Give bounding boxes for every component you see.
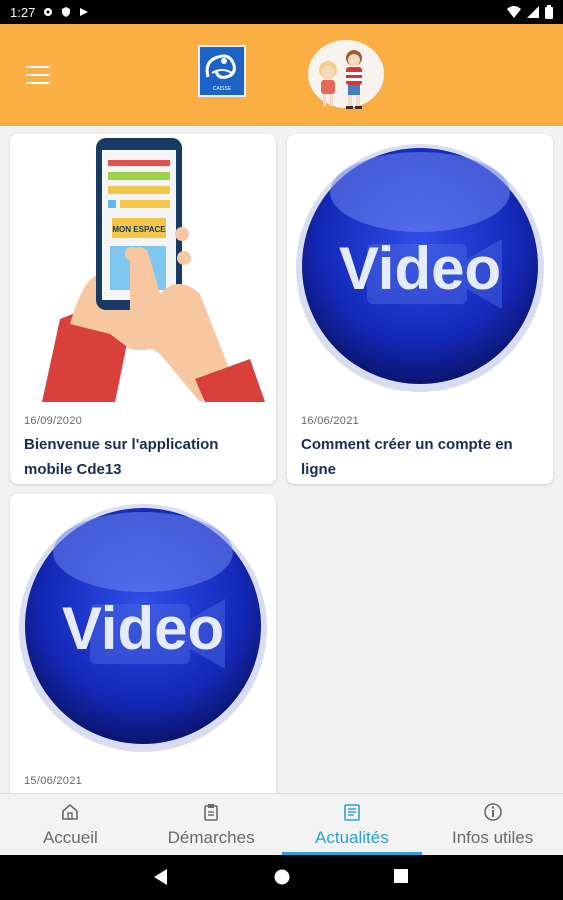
menu-button[interactable] <box>26 66 50 84</box>
app-bar: CAISSE <box>0 24 563 126</box>
info-icon <box>483 803 502 821</box>
system-navigation-bar <box>0 855 563 900</box>
news-card[interactable]: Video 15/06/2021 <box>10 494 276 793</box>
wifi-icon <box>507 6 521 18</box>
news-date: 15/06/2021 <box>24 775 83 787</box>
media-icon <box>80 8 89 16</box>
clipboard-icon <box>204 804 218 821</box>
recents-icon[interactable] <box>394 869 408 883</box>
news-title: Comment créer un compte en ligne <box>301 436 513 478</box>
caisse-logo-mark <box>205 54 236 79</box>
caisse-logo: CAISSE <box>198 45 246 97</box>
back-icon[interactable] <box>154 869 168 885</box>
home-button-icon[interactable] <box>274 869 290 885</box>
news-date: 16/09/2020 <box>24 415 83 427</box>
nav-label: Infos utiles <box>451 828 534 847</box>
news-card[interactable]: Video 16/06/2021 Comment créer un compte… <box>287 134 553 484</box>
video-text: Video <box>339 235 501 302</box>
nav-demarches[interactable]: Démarches <box>141 794 282 855</box>
nav-actualites[interactable]: Actualités <box>281 794 423 855</box>
nav-label: Accueil <box>42 828 98 847</box>
nav-label: Actualités <box>315 828 389 847</box>
status-bar: 1:27 <box>0 0 563 24</box>
video-button-image: Video <box>10 494 276 766</box>
bottom-navigation: Accueil Démarches Actualités Infos utile… <box>0 793 563 855</box>
settings-icon <box>44 8 53 16</box>
kids-logo <box>308 40 384 109</box>
news-title: Bienvenue sur l'application mobile Cde13 <box>24 436 219 478</box>
battery-icon <box>545 5 553 19</box>
nav-label: Démarches <box>167 828 255 847</box>
news-card[interactable]: MON ESPACE 16/09/2020 Bienvenue sur l'ap… <box>10 134 276 484</box>
home-icon <box>62 803 79 820</box>
nav-infos-utiles[interactable]: Infos utiles <box>422 794 563 855</box>
menu-icon-line <box>26 82 50 84</box>
mon-espace-phone-image: MON ESPACE <box>10 134 276 406</box>
video-button-image: Video <box>287 134 553 406</box>
newspaper-icon <box>344 804 360 821</box>
menu-icon <box>26 66 50 68</box>
status-time: 1:27 <box>10 4 36 20</box>
menu-icon-line <box>26 74 50 76</box>
signal-icon <box>527 6 539 18</box>
nav-accueil[interactable]: Accueil <box>0 794 141 855</box>
shield-icon <box>62 7 71 17</box>
news-list: MON ESPACE 16/09/2020 Bienvenue sur l'ap… <box>0 126 563 793</box>
caisse-logo-text: CAISSE <box>212 86 232 92</box>
mon-espace-text: MON ESPACE <box>112 225 166 234</box>
news-date: 16/06/2021 <box>301 415 360 427</box>
video-text: Video <box>62 595 224 662</box>
